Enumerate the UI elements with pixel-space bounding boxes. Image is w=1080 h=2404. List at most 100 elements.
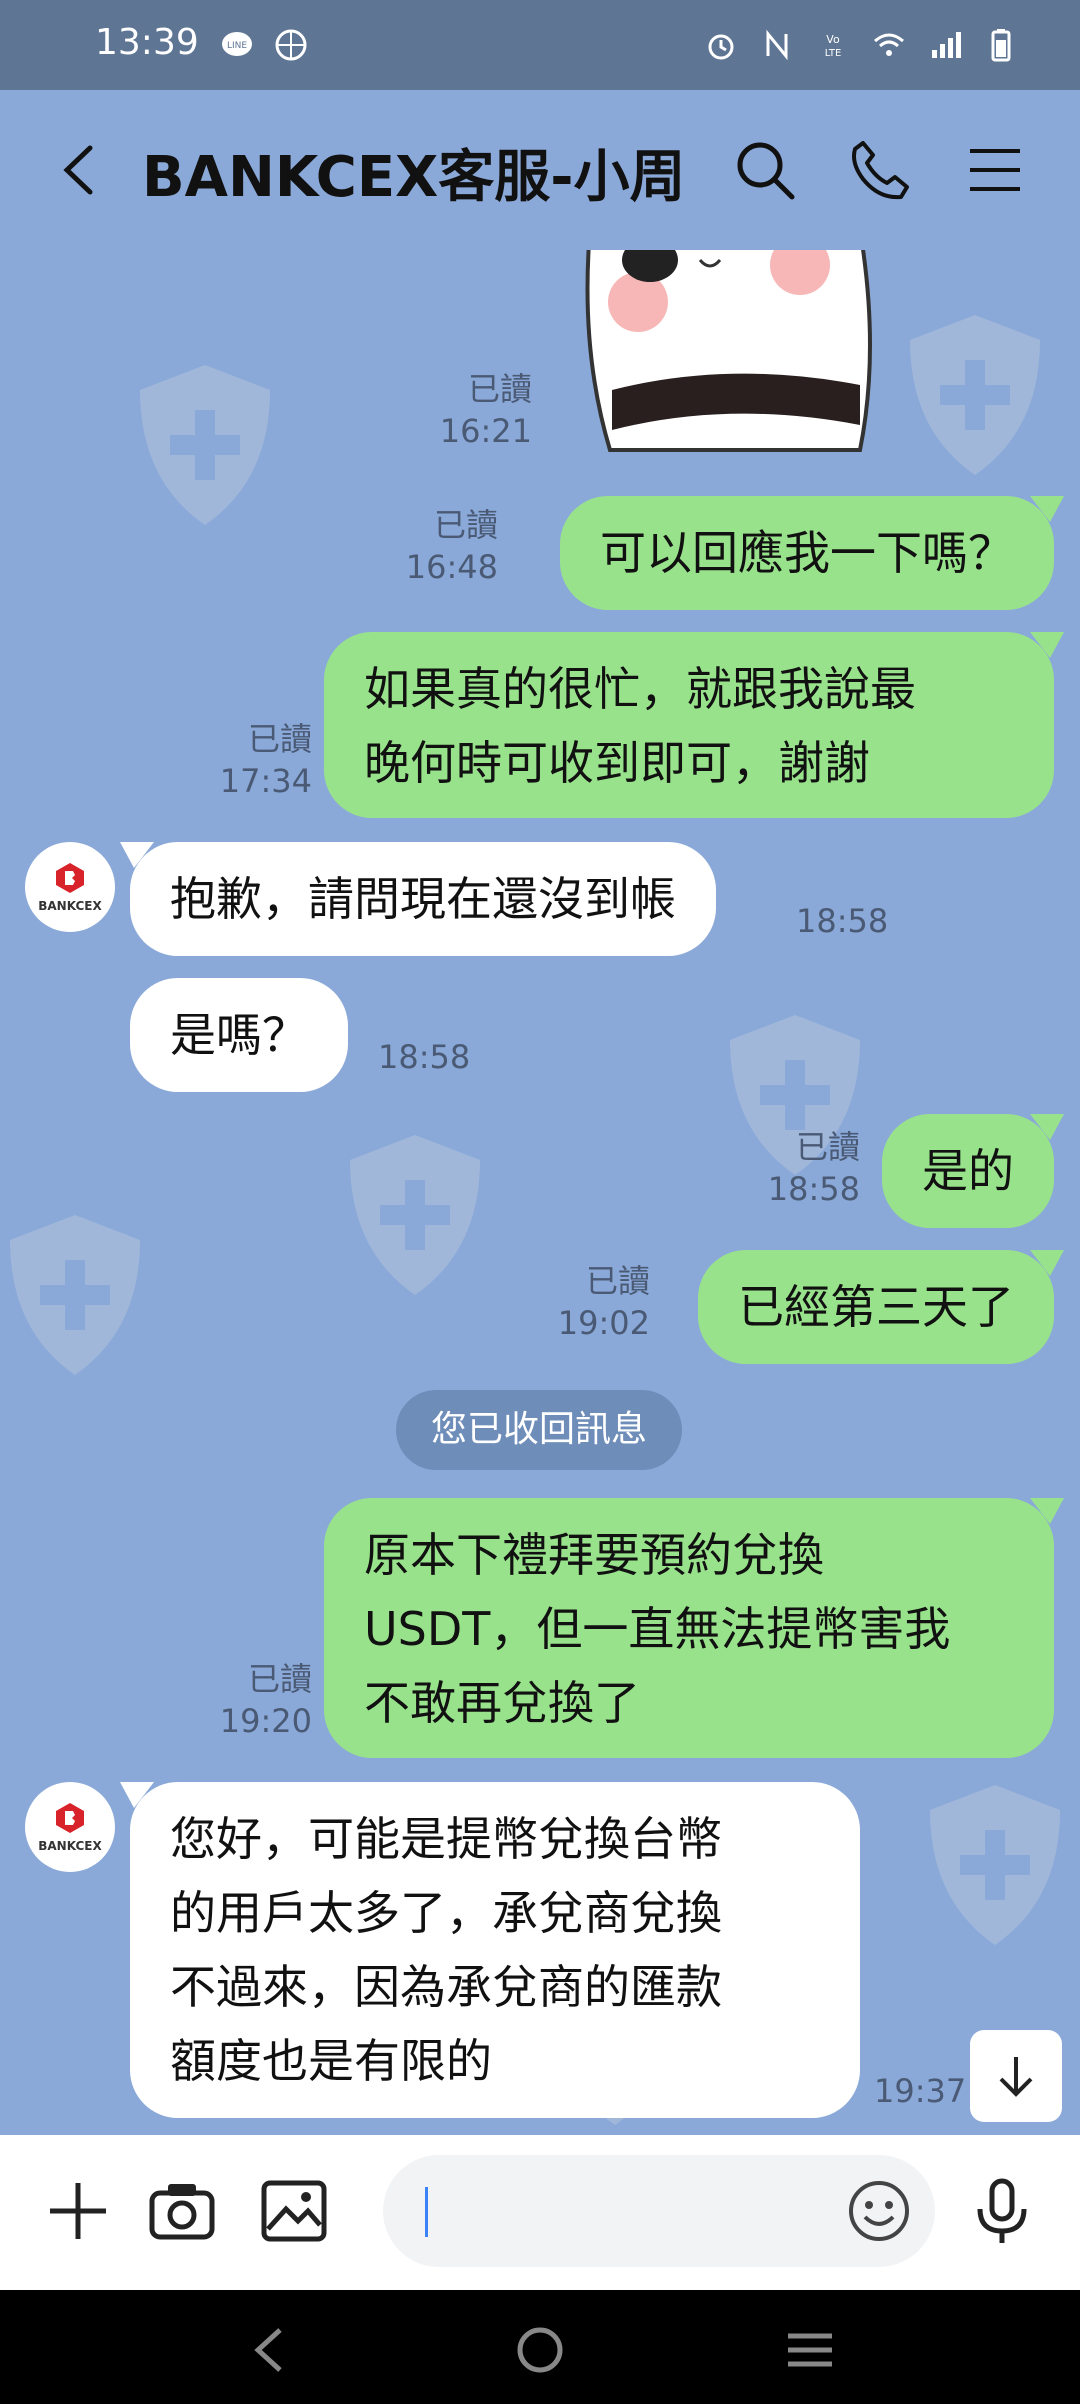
message-text-line: 不過來，因為承兌商的匯款 [170,1960,722,2014]
incoming-message[interactable]: 您好，可能是提幣兌換台幣 的用戶太多了，承兌商兌換 不過來，因為承兌商的匯款 額… [120,1782,860,2118]
shield-watermark-icon [910,315,1040,475]
plus-icon[interactable] [42,2175,114,2247]
volte-icon: Vo LTE [825,33,842,59]
message-time: 18:58 [767,1170,860,1208]
text-cursor [425,2187,428,2237]
message-meta: 18:58 [378,1036,470,1078]
message-meta: 已讀 16:21 [440,368,532,452]
bankcex-logo-icon [56,863,84,893]
chat-title: BANKCEX客服-小周 [142,145,686,210]
bankcex-logo-icon [56,1803,84,1833]
bubble-tail [1030,1498,1064,1524]
line-app-icon: LINE [222,32,252,56]
search-icon[interactable] [730,135,800,205]
shield-watermark-icon [350,1135,480,1295]
nav-recents-icon[interactable] [780,2320,840,2380]
nfc-icon [766,29,788,61]
phone-icon[interactable] [845,135,915,205]
agent-avatar[interactable]: BANKCEX [25,842,115,932]
bubble-tail [1030,1250,1064,1276]
notification-icons: LINE [220,28,308,62]
mic-icon[interactable] [966,2175,1038,2247]
outgoing-message[interactable]: 可以回應我一下嗎？ [560,496,1064,610]
camera-icon[interactable] [146,2175,218,2247]
bubble-tail [120,1782,154,1808]
message-time: 16:21 [439,412,532,450]
message-meta: 已讀 16:48 [406,504,498,588]
message-text: 抱歉，請問現在還沒到帳 [170,872,676,926]
outgoing-message[interactable]: 是的 [882,1114,1064,1228]
incoming-message[interactable]: 抱歉，請問現在還沒到帳 [120,842,716,956]
outgoing-message[interactable]: 已經第三天了 [698,1250,1064,1364]
shield-watermark-icon [10,1215,140,1375]
bubble-tail [1030,632,1064,658]
bubble-tail [120,842,154,868]
emoji-icon[interactable] [845,2177,913,2245]
panda-sticker[interactable] [560,250,890,460]
basketball-icon [275,29,307,61]
message-text-line: 不敢再兌換了 [364,1676,640,1730]
status-time: 13:39 [95,22,199,63]
agent-avatar[interactable]: BANKCEX [25,1782,115,1872]
outgoing-message[interactable]: 如果真的很忙，就跟我說最 晚何時可收到即可，謝謝 [324,632,1064,818]
read-receipt: 已讀 [585,1262,650,1300]
message-text-line: 您好，可能是提幣兌換台幣 [170,1812,722,1866]
message-time: 16:48 [405,548,498,586]
nav-home-icon[interactable] [510,2320,570,2380]
system-icons: Vo LTE [704,28,1018,62]
message-text-line: 額度也是有限的 [170,2034,492,2088]
read-receipt: 已讀 [433,506,498,544]
incoming-message[interactable]: 是嗎？ [130,978,348,1092]
wifi-icon [874,33,904,56]
bubble-tail [1030,496,1064,522]
message-time: 18:58 [796,902,889,940]
message-input[interactable] [383,2155,935,2267]
outgoing-message[interactable]: 原本下禮拜要預約兌換 USDT，但一直無法提幣害我 不敢再兌換了 [324,1498,1064,1758]
bubble-tail [1030,1114,1064,1140]
chat-area[interactable]: 已讀 16:21 可以回應我一下嗎？ 已讀 16:48 如果真的很忙，就跟我說最… [0,250,1080,2135]
system-nav-bar [0,2290,1080,2404]
status-bar: 13:39 LINE Vo LTE [0,0,1080,90]
message-text: 是的 [922,1144,1014,1198]
back-icon[interactable] [55,140,105,200]
avatar-logo-text: BANKCEX [38,899,102,913]
message-text-line: 如果真的很忙，就跟我說最 [364,662,916,716]
alarm-icon [708,34,734,60]
message-meta: 已讀 18:58 [768,1126,860,1210]
read-receipt: 已讀 [795,1128,860,1166]
message-meta: 已讀 17:34 [220,718,312,802]
nav-back-icon[interactable] [240,2320,300,2380]
shield-watermark-icon [140,365,270,525]
message-time: 19:20 [219,1702,312,1740]
read-receipt: 已讀 [467,370,532,408]
svg-text:LINE: LINE [227,41,247,51]
signal-icon [932,32,961,58]
message-text: 是嗎？ [170,1008,308,1062]
read-receipt: 已讀 [247,1660,312,1698]
read-receipt: 已讀 [247,720,312,758]
battery-icon [991,29,1011,62]
message-meta: 18:58 [796,900,888,942]
scroll-to-bottom-button[interactable] [970,2030,1062,2122]
input-bar [0,2135,1080,2290]
avatar-logo-text: BANKCEX [38,1839,102,1853]
message-meta: 已讀 19:20 [220,1658,312,1742]
system-notice: 您已收回訊息 [396,1390,682,1470]
message-time: 19:02 [557,1304,650,1342]
message-text-line: 晚何時可收到即可，謝謝 [364,736,870,790]
image-icon[interactable] [258,2175,330,2247]
arrow-down-icon [999,2057,1033,2097]
message-meta: 19:37 [874,2070,966,2112]
message-text-line: 原本下禮拜要預約兌換 [364,1528,824,1582]
message-time: 18:58 [378,1038,471,1076]
message-time: 17:34 [219,762,312,800]
message-text-line: USDT，但一直無法提幣害我 [364,1602,951,1656]
message-text-line: 的用戶太多了，承兌商兌換 [170,1886,722,1940]
svg-text:LTE: LTE [825,48,842,59]
message-time: 19:37 [874,2072,967,2110]
chat-header: BANKCEX客服-小周 [0,90,1080,250]
menu-icon[interactable] [960,135,1030,205]
message-text: 已經第三天了 [738,1280,1014,1334]
svg-text:Vo: Vo [826,33,840,46]
message-text: 可以回應我一下嗎？ [600,526,1014,580]
